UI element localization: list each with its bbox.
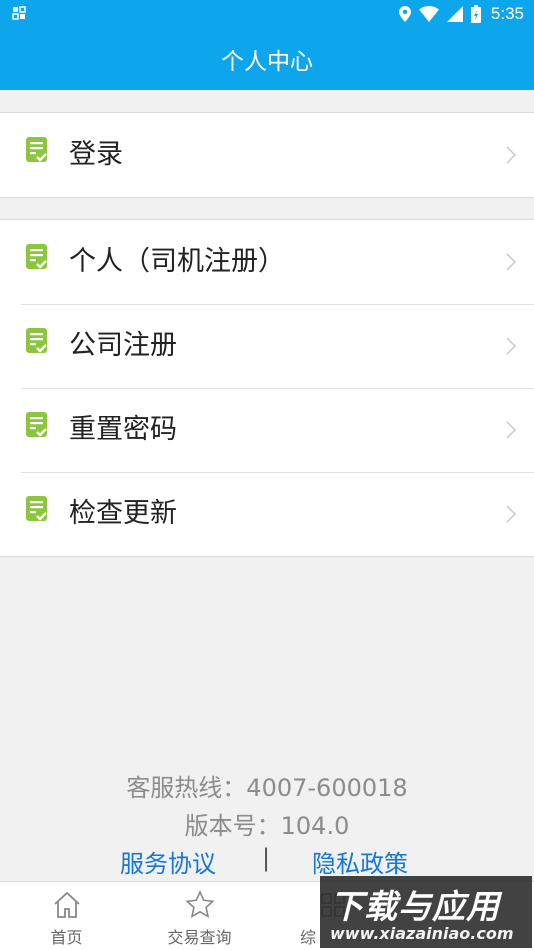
page-title: 个人中心 bbox=[221, 49, 313, 75]
watermark: 下载与应用 www.xiazainiao.com bbox=[320, 876, 532, 948]
privacy-policy-link[interactable]: 隐私政策 bbox=[312, 844, 408, 879]
home-icon bbox=[53, 891, 80, 918]
chevron-right-icon bbox=[506, 146, 516, 164]
menu-item-label: 个人（司机注册） bbox=[69, 246, 285, 277]
menu-item-label: 重置密码 bbox=[69, 414, 177, 445]
version-text: 版本号：104.0 bbox=[184, 812, 350, 840]
battery-icon bbox=[470, 5, 481, 23]
status-time: 5:35 bbox=[490, 4, 524, 23]
menu-group-login: 登录 bbox=[0, 112, 534, 198]
watermark-url: www.xiazainiao.com bbox=[330, 924, 514, 943]
menu-item-company-register[interactable]: 公司注册 bbox=[0, 304, 534, 388]
document-check-icon bbox=[26, 412, 47, 437]
menu-item-driver-register[interactable]: 个人（司机注册） bbox=[0, 220, 534, 304]
document-check-icon bbox=[26, 244, 47, 269]
policy-links: 服务协议 | 隐私政策 bbox=[0, 844, 534, 879]
star-icon bbox=[184, 890, 215, 918]
link-separator: | bbox=[262, 844, 271, 872]
wifi-icon bbox=[418, 6, 439, 22]
tab-transaction-query[interactable]: 交易查询 bbox=[133, 882, 266, 950]
menu-item-label: 登录 bbox=[69, 139, 123, 170]
chevron-right-icon bbox=[506, 253, 516, 271]
tab-home[interactable]: 首页 bbox=[0, 882, 133, 950]
chevron-right-icon bbox=[506, 505, 516, 523]
document-check-icon bbox=[26, 496, 47, 521]
menu-group-account: 个人（司机注册） 公司注册 重置密码 检查更新 bbox=[0, 219, 534, 557]
menu-item-login[interactable]: 登录 bbox=[0, 113, 534, 197]
document-check-icon bbox=[26, 137, 47, 162]
menu-item-label: 公司注册 bbox=[69, 330, 177, 361]
chevron-right-icon bbox=[506, 421, 516, 439]
watermark-title: 下载与应用 bbox=[330, 887, 500, 926]
hotline-text: 客服热线：4007-600018 bbox=[126, 774, 408, 802]
chevron-right-icon bbox=[506, 337, 516, 355]
status-bar: 5:35 bbox=[0, 0, 534, 28]
menu-item-reset-password[interactable]: 重置密码 bbox=[0, 388, 534, 472]
tab-label: 首页 bbox=[50, 928, 83, 947]
menu-item-check-update[interactable]: 检查更新 bbox=[0, 472, 534, 556]
location-icon bbox=[398, 6, 411, 22]
document-check-icon bbox=[26, 328, 47, 353]
tab-label: 交易查询 bbox=[167, 928, 232, 947]
signal-icon bbox=[446, 6, 463, 22]
notification-icon bbox=[12, 6, 26, 20]
service-agreement-link[interactable]: 服务协议 bbox=[120, 844, 216, 879]
title-bar: 个人中心 bbox=[0, 28, 534, 90]
menu-item-label: 检查更新 bbox=[69, 498, 177, 529]
